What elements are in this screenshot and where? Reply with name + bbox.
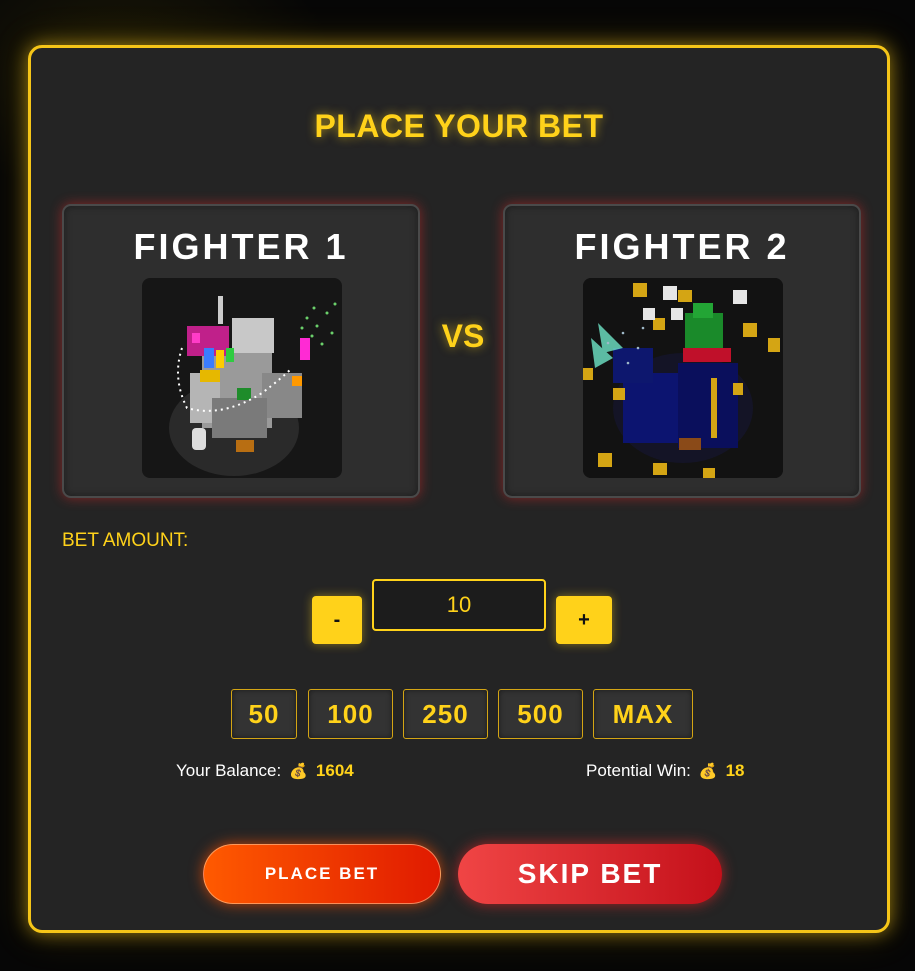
money-bag-icon: 💰 bbox=[698, 763, 718, 780]
fighter-name: FIGHTER 1 bbox=[133, 226, 349, 267]
bet-modal: PLACE YOUR BET FIGHTER 1 VS FIGHTER 2 BE… bbox=[28, 45, 890, 933]
fighter-name: FIGHTER 2 bbox=[574, 226, 790, 267]
quick-bet-250-button[interactable]: 250 bbox=[403, 689, 488, 739]
balance-value: 1604 bbox=[315, 761, 354, 780]
fighter-avatar bbox=[142, 278, 342, 478]
potential-win-label: Potential Win: bbox=[586, 761, 691, 780]
fighter-card-2[interactable]: FIGHTER 2 bbox=[503, 204, 861, 498]
decrease-bet-button[interactable]: - bbox=[312, 596, 362, 644]
balance-label: Your Balance: bbox=[176, 761, 282, 780]
fighter-avatar bbox=[583, 278, 783, 478]
potential-win-value: 18 bbox=[725, 761, 745, 780]
quick-bet-500-button[interactable]: 500 bbox=[498, 689, 583, 739]
vs-label: VS bbox=[441, 318, 485, 354]
bet-amount-label: BET AMOUNT: bbox=[62, 530, 189, 551]
place-bet-button[interactable]: PLACE BET bbox=[203, 844, 441, 904]
bet-amount-input[interactable] bbox=[372, 579, 546, 631]
quick-bet-100-button[interactable]: 100 bbox=[308, 689, 393, 739]
quick-bet-50-button[interactable]: 50 bbox=[231, 689, 297, 739]
money-bag-icon: 💰 bbox=[289, 763, 308, 780]
potential-win-display: Potential Win: 💰 18 bbox=[586, 761, 745, 781]
balance-display: Your Balance: 💰 1604 bbox=[176, 761, 354, 781]
skip-bet-button[interactable]: SKIP BET bbox=[458, 844, 722, 904]
increase-bet-button[interactable]: + bbox=[556, 596, 612, 644]
quick-bet-max-button[interactable]: MAX bbox=[593, 689, 693, 739]
modal-title: PLACE YOUR BET bbox=[314, 108, 604, 144]
fighter-card-1[interactable]: FIGHTER 1 bbox=[62, 204, 420, 498]
